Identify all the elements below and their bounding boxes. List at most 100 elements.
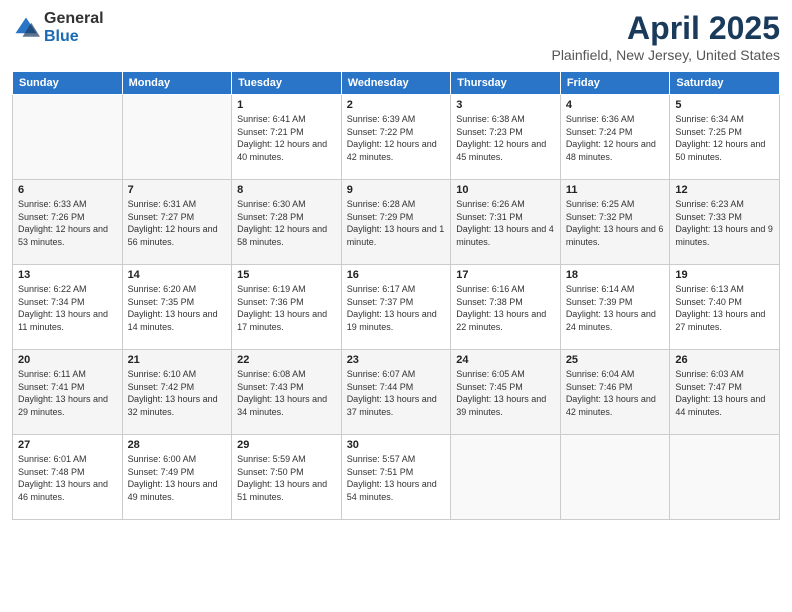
- calendar-week-row: 13 Sunrise: 6:22 AMSunset: 7:34 PMDayligh…: [13, 265, 780, 350]
- cell-sun-info: Sunrise: 6:28 AMSunset: 7:29 PMDaylight:…: [347, 198, 446, 248]
- cell-sun-info: Sunrise: 6:31 AMSunset: 7:27 PMDaylight:…: [128, 198, 227, 248]
- cell-sun-info: Sunrise: 6:20 AMSunset: 7:35 PMDaylight:…: [128, 283, 227, 333]
- cell-sun-info: Sunrise: 6:33 AMSunset: 7:26 PMDaylight:…: [18, 198, 117, 248]
- calendar-cell: 26Sunrise: 6:03 AMSunset: 7:47 PMDayligh…: [670, 350, 780, 435]
- calendar-cell: [451, 435, 561, 520]
- cell-day-number: 8: [237, 184, 336, 196]
- calendar-cell: [13, 95, 123, 180]
- calendar-cell: 7 Sunrise: 6:31 AMSunset: 7:27 PMDaylight…: [122, 180, 232, 265]
- calendar-cell: 25 Sunrise: 6:04 AMSunset: 7:46 PMDayligh…: [560, 350, 670, 435]
- cell-sun-info: Sunrise: 6:04 AMSunset: 7:46 PMDaylight:…: [566, 368, 665, 418]
- cell-day-number: 28: [128, 439, 227, 451]
- cell-day-number: 24: [456, 354, 555, 366]
- calendar-cell: 22 Sunrise: 6:08 AMSunset: 7:43 PMDayligh…: [232, 350, 342, 435]
- logo-general-text: General: [44, 10, 104, 28]
- calendar-cell: 20Sunrise: 6:11 AMSunset: 7:41 PMDayligh…: [13, 350, 123, 435]
- cell-sun-info: Sunrise: 6:05 AMSunset: 7:45 PMDaylight:…: [456, 368, 555, 418]
- calendar-cell: 19 Sunrise: 6:13 AMSunset: 7:40 PMDayligh…: [670, 265, 780, 350]
- calendar-cell: 17 Sunrise: 6:16 AMSunset: 7:38 PMDayligh…: [451, 265, 561, 350]
- logo-text: General Blue: [44, 10, 104, 45]
- cell-day-number: 25: [566, 354, 665, 366]
- cell-day-number: 6: [18, 184, 117, 196]
- calendar-cell: 12 Sunrise: 6:23 AMSunset: 7:33 PMDayligh…: [670, 180, 780, 265]
- cell-sun-info: Sunrise: 6:10 AMSunset: 7:42 PMDaylight:…: [128, 368, 227, 418]
- cell-sun-info: Sunrise: 6:07 AMSunset: 7:44 PMDaylight:…: [347, 368, 446, 418]
- weekday-header: Saturday: [670, 72, 780, 95]
- cell-sun-info: Sunrise: 6:30 AMSunset: 7:28 PMDaylight:…: [237, 198, 336, 248]
- cell-sun-info: Sunrise: 6:17 AMSunset: 7:37 PMDaylight:…: [347, 283, 446, 333]
- calendar-cell: 2 Sunrise: 6:39 AMSunset: 7:22 PMDaylight…: [341, 95, 451, 180]
- cell-sun-info: Sunrise: 6:19 AMSunset: 7:36 PMDaylight:…: [237, 283, 336, 333]
- cell-sun-info: Sunrise: 6:34 AMSunset: 7:25 PMDaylight:…: [675, 113, 774, 163]
- cell-day-number: 30: [347, 439, 446, 451]
- calendar-cell: 11Sunrise: 6:25 AMSunset: 7:32 PMDayligh…: [560, 180, 670, 265]
- calendar-cell: 18 Sunrise: 6:14 AMSunset: 7:39 PMDayligh…: [560, 265, 670, 350]
- cell-day-number: 16: [347, 269, 446, 281]
- cell-day-number: 19: [675, 269, 774, 281]
- calendar-cell: 14Sunrise: 6:20 AMSunset: 7:35 PMDayligh…: [122, 265, 232, 350]
- cell-day-number: 7: [128, 184, 227, 196]
- cell-sun-info: Sunrise: 6:22 AMSunset: 7:34 PMDaylight:…: [18, 283, 117, 333]
- cell-day-number: 26: [675, 354, 774, 366]
- cell-sun-info: Sunrise: 6:14 AMSunset: 7:39 PMDaylight:…: [566, 283, 665, 333]
- calendar-cell: 6 Sunrise: 6:33 AMSunset: 7:26 PMDaylight…: [13, 180, 123, 265]
- cell-day-number: 23: [347, 354, 446, 366]
- cell-day-number: 11: [566, 184, 665, 196]
- calendar-cell: [670, 435, 780, 520]
- cell-day-number: 27: [18, 439, 117, 451]
- calendar-cell: 30Sunrise: 5:57 AMSunset: 7:51 PMDayligh…: [341, 435, 451, 520]
- calendar-cell: [560, 435, 670, 520]
- calendar-week-row: 27 Sunrise: 6:01 AMSunset: 7:48 PMDayligh…: [13, 435, 780, 520]
- calendar-header-row: SundayMondayTuesdayWednesdayThursdayFrid…: [13, 72, 780, 95]
- calendar-cell: [122, 95, 232, 180]
- cell-day-number: 17: [456, 269, 555, 281]
- weekday-header: Friday: [560, 72, 670, 95]
- cell-day-number: 21: [128, 354, 227, 366]
- cell-sun-info: Sunrise: 6:00 AMSunset: 7:49 PMDaylight:…: [128, 453, 227, 503]
- cell-day-number: 29: [237, 439, 336, 451]
- calendar-cell: 27 Sunrise: 6:01 AMSunset: 7:48 PMDayligh…: [13, 435, 123, 520]
- cell-day-number: 12: [675, 184, 774, 196]
- calendar-cell: 3Sunrise: 6:38 AMSunset: 7:23 PMDaylight…: [451, 95, 561, 180]
- cell-day-number: 5: [675, 99, 774, 111]
- cell-sun-info: Sunrise: 6:08 AMSunset: 7:43 PMDaylight:…: [237, 368, 336, 418]
- calendar-table: SundayMondayTuesdayWednesdayThursdayFrid…: [12, 71, 780, 520]
- calendar-cell: 29Sunrise: 5:59 AMSunset: 7:50 PMDayligh…: [232, 435, 342, 520]
- cell-sun-info: Sunrise: 6:23 AMSunset: 7:33 PMDaylight:…: [675, 198, 774, 248]
- calendar-cell: 13 Sunrise: 6:22 AMSunset: 7:34 PMDayligh…: [13, 265, 123, 350]
- title-block: April 2025 Plainfield, New Jersey, Unite…: [551, 10, 780, 63]
- calendar-cell: 8 Sunrise: 6:30 AMSunset: 7:28 PMDaylight…: [232, 180, 342, 265]
- cell-sun-info: Sunrise: 6:26 AMSunset: 7:31 PMDaylight:…: [456, 198, 555, 248]
- cell-day-number: 4: [566, 99, 665, 111]
- cell-sun-info: Sunrise: 6:01 AMSunset: 7:48 PMDaylight:…: [18, 453, 117, 503]
- calendar-week-row: 20Sunrise: 6:11 AMSunset: 7:41 PMDayligh…: [13, 350, 780, 435]
- cell-day-number: 18: [566, 269, 665, 281]
- logo-blue-text: Blue: [44, 28, 104, 46]
- calendar-cell: 1 Sunrise: 6:41 AMSunset: 7:21 PMDaylight…: [232, 95, 342, 180]
- cell-sun-info: Sunrise: 6:13 AMSunset: 7:40 PMDaylight:…: [675, 283, 774, 333]
- weekday-header: Wednesday: [341, 72, 451, 95]
- calendar-cell: 23 Sunrise: 6:07 AMSunset: 7:44 PMDayligh…: [341, 350, 451, 435]
- cell-sun-info: Sunrise: 6:16 AMSunset: 7:38 PMDaylight:…: [456, 283, 555, 333]
- page-container: General Blue April 2025 Plainfield, New …: [0, 0, 792, 612]
- calendar-cell: 21 Sunrise: 6:10 AMSunset: 7:42 PMDayligh…: [122, 350, 232, 435]
- cell-day-number: 1: [237, 99, 336, 111]
- weekday-header: Sunday: [13, 72, 123, 95]
- cell-day-number: 10: [456, 184, 555, 196]
- logo: General Blue: [12, 10, 104, 45]
- cell-sun-info: Sunrise: 6:11 AMSunset: 7:41 PMDaylight:…: [18, 368, 117, 418]
- cell-sun-info: Sunrise: 6:36 AMSunset: 7:24 PMDaylight:…: [566, 113, 665, 163]
- location-title: Plainfield, New Jersey, United States: [551, 47, 780, 63]
- calendar-cell: 15Sunrise: 6:19 AMSunset: 7:36 PMDayligh…: [232, 265, 342, 350]
- month-title: April 2025: [551, 10, 780, 47]
- cell-day-number: 22: [237, 354, 336, 366]
- cell-sun-info: Sunrise: 6:39 AMSunset: 7:22 PMDaylight:…: [347, 113, 446, 163]
- calendar-week-row: 1 Sunrise: 6:41 AMSunset: 7:21 PMDaylight…: [13, 95, 780, 180]
- cell-day-number: 13: [18, 269, 117, 281]
- weekday-header: Thursday: [451, 72, 561, 95]
- cell-sun-info: Sunrise: 6:38 AMSunset: 7:23 PMDaylight:…: [456, 113, 555, 163]
- cell-day-number: 9: [347, 184, 446, 196]
- calendar-cell: 4 Sunrise: 6:36 AMSunset: 7:24 PMDaylight…: [560, 95, 670, 180]
- cell-sun-info: Sunrise: 6:41 AMSunset: 7:21 PMDaylight:…: [237, 113, 336, 163]
- cell-day-number: 2: [347, 99, 446, 111]
